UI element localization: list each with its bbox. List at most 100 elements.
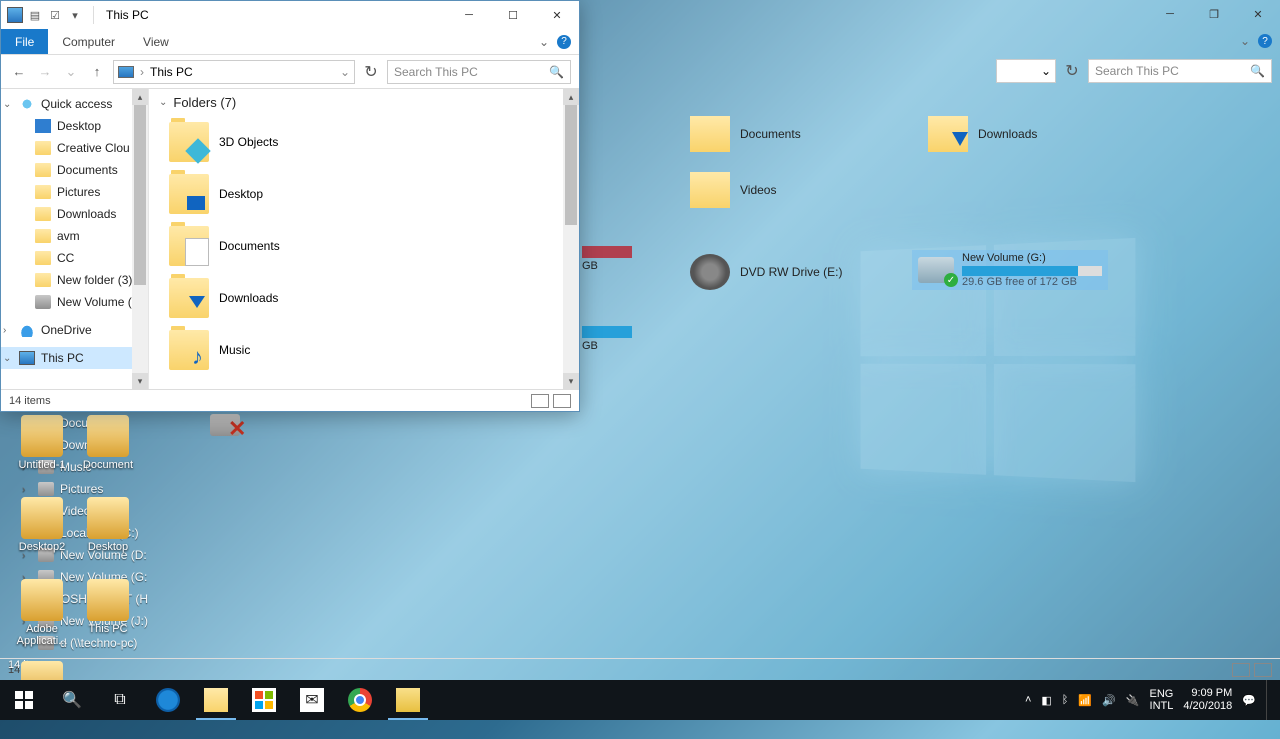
restore-button[interactable]: ❐	[1192, 0, 1236, 28]
tray-power-icon[interactable]: 🔌	[1126, 694, 1140, 707]
folder-item[interactable]: Documents	[149, 220, 579, 272]
file-icon	[87, 415, 129, 457]
tray-app-icon[interactable]: ◧	[1041, 694, 1051, 707]
drive-g-selected[interactable]: ✓ New Volume (G:) 29.6 GB free of 172 GB	[912, 250, 1108, 290]
nav-quick-item[interactable]: Documents📌	[1, 159, 148, 181]
search-input[interactable]: Search This PC🔍	[1088, 59, 1272, 83]
maximize-button[interactable]: ☐	[491, 1, 535, 29]
desktop-icon[interactable]: This PC	[76, 579, 140, 657]
nav-quick-item[interactable]: CC	[1, 247, 148, 269]
tray-bluetooth-icon[interactable]: ᛒ	[1062, 694, 1069, 706]
nav-quick-item[interactable]: New Volume (G:	[1, 291, 148, 313]
search-input[interactable]: Search This PC🔍	[387, 60, 571, 84]
refresh-button[interactable]: ↻	[1062, 61, 1082, 81]
breadcrumb[interactable]: This PC	[150, 65, 193, 79]
ribbon-collapse-icon[interactable]: ⌄	[539, 35, 549, 49]
tray-language[interactable]: ENGINTL	[1150, 688, 1174, 712]
file-icon	[21, 497, 63, 539]
task-view-button[interactable]: ⧉	[96, 680, 144, 720]
taskbar-mail[interactable]: ✉	[288, 680, 336, 720]
taskbar-edge[interactable]	[144, 680, 192, 720]
content-scrollbar[interactable]: ▴▾	[563, 89, 579, 389]
minimize-button[interactable]: ─	[1148, 0, 1192, 28]
desktop-icon-label: Untitled-1	[18, 459, 65, 471]
qa-dropdown-icon[interactable]: ▾	[67, 7, 83, 23]
pc-icon	[118, 66, 134, 78]
nav-quick-access[interactable]: ⌄Quick access	[1, 93, 148, 115]
nav-quick-item[interactable]: Creative Clou📌	[1, 137, 148, 159]
tray-clock[interactable]: 9:09 PM4/20/2018	[1183, 687, 1232, 713]
titlebar[interactable]: ▤ ☑ ▾ This PC ─ ☐ ✕	[1, 1, 579, 29]
section-folders-header[interactable]: ⌄Folders (7)	[149, 89, 579, 116]
folder-icon	[35, 273, 51, 287]
tray-network-icon[interactable]: 📶	[1078, 694, 1092, 707]
folder-icon	[169, 122, 209, 162]
show-desktop-button[interactable]	[1266, 680, 1272, 720]
folder-label: Documents	[219, 239, 280, 253]
path-chevron-icon: ›	[140, 65, 144, 79]
desktop-icon-label: Adobe Applicati...	[10, 623, 74, 647]
ribbon-view-tab[interactable]: View	[129, 29, 183, 54]
ribbon-collapse-icon[interactable]: ⌄	[1240, 34, 1250, 48]
folder-icon	[169, 174, 209, 214]
search-icon: 🔍	[1250, 64, 1265, 78]
qa-checkbox-icon[interactable]: ☑	[47, 7, 63, 23]
desktop-icon[interactable]: Desktop2	[10, 497, 74, 575]
taskbar-moviemaker[interactable]	[384, 680, 432, 720]
nav-item-label: CC	[57, 251, 74, 265]
file-icon	[87, 497, 129, 539]
folder-item[interactable]: 3D Objects	[149, 116, 579, 168]
folder-label: Downloads	[219, 291, 278, 305]
tray-overflow-icon[interactable]: ˄	[1025, 694, 1031, 706]
nav-quick-item[interactable]: Pictures📌	[1, 181, 148, 203]
desktop-icon[interactable]: Desktop	[76, 497, 140, 575]
taskbar-explorer[interactable]	[192, 680, 240, 720]
search-icon: 🔍	[549, 65, 564, 79]
tray-volume-icon[interactable]: 🔊	[1102, 694, 1116, 707]
content-pane[interactable]: ⌄Folders (7) 3D Objects Desktop Documents D…	[149, 89, 579, 389]
tray-notifications-icon[interactable]: 💬	[1242, 694, 1256, 707]
start-button[interactable]	[0, 680, 48, 720]
folder-videos[interactable]: Videos	[690, 172, 776, 208]
nav-forward-button[interactable]: →	[35, 62, 55, 82]
desktop-icon[interactable]: Document	[76, 415, 140, 493]
folder-downloads[interactable]: Downloads	[928, 116, 1037, 152]
folder-item[interactable]: Desktop	[149, 168, 579, 220]
nav-quick-item[interactable]: Downloads	[1, 203, 148, 225]
ribbon-computer-tab[interactable]: Computer	[48, 29, 129, 54]
help-icon[interactable]: ?	[1258, 34, 1272, 48]
ribbon-file-tab[interactable]: File	[1, 29, 48, 54]
minimize-button[interactable]: ─	[447, 1, 491, 29]
folder-item[interactable]: Downloads	[149, 272, 579, 324]
folder-icon	[35, 251, 51, 265]
taskbar-store[interactable]	[240, 680, 288, 720]
view-mode-buttons[interactable]	[1232, 663, 1272, 677]
nav-recent-icon[interactable]: ⌄	[61, 62, 81, 82]
drive-bar-partial-1	[582, 246, 632, 258]
taskbar-chrome[interactable]	[336, 680, 384, 720]
nav-scrollbar[interactable]: ▴▾	[132, 89, 148, 389]
desktop-icon[interactable]: Untitled-1	[10, 415, 74, 493]
close-button[interactable]: ✕	[1236, 0, 1280, 28]
folder-item[interactable]: Music	[149, 324, 579, 376]
folder-label: 3D Objects	[219, 135, 278, 149]
address-dropdown-icon[interactable]: ⌄	[340, 65, 350, 79]
folder-documents[interactable]: Documents	[690, 116, 801, 152]
address-bar-tail[interactable]: ⌄	[996, 59, 1056, 83]
nav-quick-item[interactable]: Desktop📌	[1, 115, 148, 137]
refresh-button[interactable]: ↻	[361, 62, 381, 82]
nav-this-pc[interactable]: ⌄This PC	[1, 347, 148, 369]
nav-quick-item[interactable]: avm	[1, 225, 148, 247]
nav-up-button[interactable]: ↑	[87, 62, 107, 82]
view-mode-buttons[interactable]	[531, 394, 571, 408]
search-button[interactable]: 🔍	[48, 680, 96, 720]
address-bar[interactable]: › This PC ⌄	[113, 60, 355, 84]
close-button[interactable]: ✕	[535, 1, 579, 29]
desktop-icon[interactable]: Adobe Applicati...	[10, 579, 74, 657]
nav-onedrive[interactable]: ›OneDrive	[1, 319, 148, 341]
help-icon[interactable]: ?	[557, 35, 571, 49]
qa-properties-icon[interactable]: ▤	[27, 7, 43, 23]
drive-dvd[interactable]: DVD RW Drive (E:)	[690, 254, 842, 290]
nav-back-button[interactable]: ←	[9, 62, 29, 82]
nav-quick-item[interactable]: New folder (3)	[1, 269, 148, 291]
